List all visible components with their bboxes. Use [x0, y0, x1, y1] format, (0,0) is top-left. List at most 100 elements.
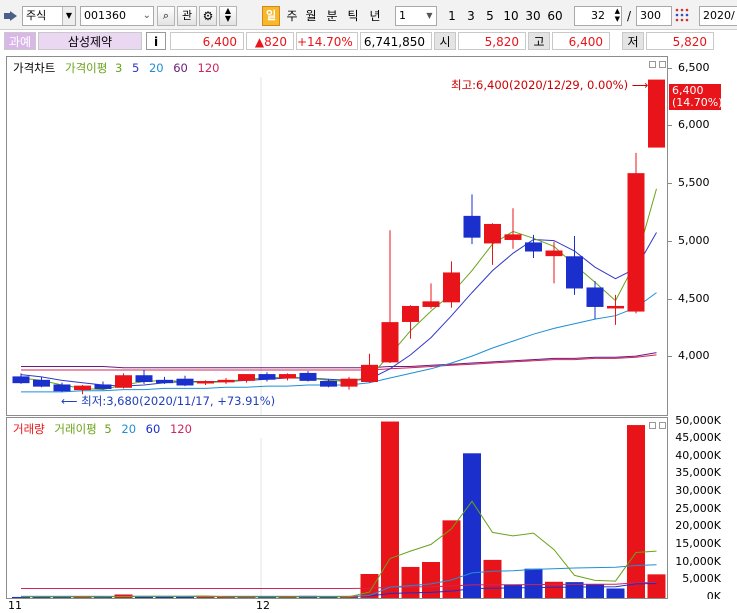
period-daily-button[interactable]: 일 — [262, 6, 280, 26]
candle-body — [33, 379, 50, 387]
period-opt-1[interactable]: 1 — [444, 6, 460, 26]
candle-body — [361, 364, 378, 383]
volume-bar — [647, 574, 666, 598]
candle-body — [545, 250, 563, 257]
volume-chart-canvas[interactable] — [7, 418, 669, 600]
date-input[interactable]: 2020/ — [699, 6, 737, 26]
volume-tick-label: 45,000K — [675, 431, 721, 445]
legend-volume-ma[interactable]: 거래이평 — [54, 422, 96, 436]
volume-bar — [463, 453, 481, 598]
legend-ma3[interactable]: 3 — [115, 61, 122, 75]
stock-code-input[interactable]: 001360 ⌄ — [80, 6, 154, 26]
stock-code-value: 001360 — [84, 9, 126, 22]
period-opt-30[interactable]: 30 — [523, 6, 543, 26]
price-tick-label: 5,000 — [678, 233, 710, 247]
volume-bar — [606, 588, 625, 598]
chevron-down-icon: ▼ — [62, 7, 75, 25]
high-label: 고 — [528, 32, 550, 50]
price-chart-canvas[interactable] — [7, 57, 669, 417]
candle-body — [217, 379, 235, 383]
period-monthly-button[interactable]: 월 — [303, 6, 319, 26]
volume-chart-panel[interactable]: 거래량 거래이평 5 20 60 120 — [6, 417, 668, 599]
spin-button[interactable]: ▲ ▼ — [219, 6, 237, 26]
period-yearly-button[interactable]: 년 — [366, 6, 384, 26]
legend-ma60[interactable]: 60 — [173, 61, 188, 75]
legend-volume[interactable]: 거래량 — [13, 422, 45, 436]
candle-body — [12, 376, 30, 384]
legend-vma20[interactable]: 20 — [121, 422, 136, 436]
low-annotation-text: 최저:3,680(2020/11/17, +73.91%) — [81, 394, 276, 408]
display-count-input[interactable]: 32 ▲ ▼ — [574, 6, 622, 26]
trade-volume: 6,741,850 — [360, 32, 432, 50]
price-tick-label: 4,000 — [678, 349, 710, 363]
stock-name: 삼성제약 — [38, 32, 142, 50]
grid-dots-icon[interactable] — [675, 8, 689, 22]
volume-bar — [524, 568, 543, 598]
high-annotation: 최고:6,400(2020/12/29, 0.00%) ⟶ — [451, 77, 648, 93]
low-annotation: ⟵ 최저:3,680(2020/11/17, +73.91%) — [61, 393, 275, 409]
period-opt-3[interactable]: 3 — [463, 6, 479, 26]
candle-body — [463, 215, 481, 238]
price-change-pct: +14.70% — [296, 32, 358, 50]
period-opt-60[interactable]: 60 — [545, 6, 565, 26]
period-select-value: 1 — [399, 9, 406, 22]
period-opt-5[interactable]: 5 — [482, 6, 498, 26]
legend-price-chart[interactable]: 가격차트 — [13, 61, 55, 75]
volume-tick-label: 30,000K — [675, 484, 721, 498]
period-tick-button[interactable]: 틱 — [345, 6, 361, 26]
candle-body — [320, 381, 337, 387]
price-tick-mark — [668, 125, 672, 127]
volume-bar — [627, 425, 645, 598]
period-select[interactable]: 1 ▼ — [395, 6, 437, 26]
x-axis: 11 12 — [0, 599, 737, 613]
candle-body — [566, 256, 583, 289]
price-chart-panel[interactable]: 가격차트 가격이평 3 5 20 60 120 최고:6,400(2020/12… — [6, 56, 668, 416]
interest-button[interactable]: 관 — [177, 6, 197, 26]
price-tick-mark — [668, 183, 672, 185]
screen-icon[interactable] — [4, 10, 18, 22]
period-opt-10[interactable]: 10 — [501, 6, 521, 26]
price-legend: 가격차트 가격이평 3 5 20 60 120 — [13, 60, 219, 76]
high-annotation-text: 최고:6,400(2020/12/29, 0.00%) — [451, 78, 629, 92]
market-select[interactable]: 주식 ▼ — [22, 6, 76, 26]
candle-body — [299, 372, 317, 381]
period-weekly-button[interactable]: 주 — [284, 6, 300, 26]
volume-y-axis: 0K 5,000K 10,000K 15,000K 20,000K 25,000K 30,0… — [668, 414, 737, 603]
candle-body — [53, 384, 71, 392]
volume-maximize-button[interactable] — [659, 422, 666, 429]
candle-body — [504, 234, 522, 240]
legend-vma60[interactable]: 60 — [146, 422, 161, 436]
chevron-down-icon: ▼ — [426, 11, 433, 20]
legend-ma20[interactable]: 20 — [149, 61, 164, 75]
candle-body — [402, 305, 419, 322]
price-tick-label: 6,500 — [678, 60, 710, 74]
volume-tick-label: 10,000K — [675, 554, 721, 568]
volume-bar — [196, 596, 215, 598]
price-tick-mark — [668, 356, 672, 358]
price-tick-mark — [668, 67, 672, 69]
volume-legend: 거래량 거래이평 5 20 60 120 — [13, 421, 192, 437]
period-minute-button[interactable]: 분 — [324, 6, 340, 26]
chevron-down-icon: ⌄ — [142, 10, 151, 21]
total-count-input[interactable]: 300 — [636, 6, 672, 26]
spin-icon: ▲ ▼ — [614, 7, 620, 23]
price-tick-label: 5,500 — [678, 176, 710, 190]
info-button[interactable]: i — [146, 32, 166, 50]
price-y-axis: 4,000 4,500 5,000 5,500 6,000 6,500 6,400 (14… — [668, 56, 737, 416]
toolbar: 주식 ▼ 001360 ⌄ ⌕ 관 ⚙ ▲ ▼ 일 주 월 분 틱 년 1 ▼ … — [0, 0, 737, 30]
candle-body — [586, 287, 604, 307]
legend-vma5[interactable]: 5 — [104, 422, 111, 436]
candle-body — [340, 378, 358, 387]
legend-ma5[interactable]: 5 — [132, 61, 139, 75]
legend-vma120[interactable]: 120 — [170, 422, 192, 436]
volume-minimize-button[interactable] — [649, 422, 656, 429]
low-price: 5,820 — [646, 32, 714, 50]
open-label: 시 — [434, 32, 456, 50]
search-button[interactable]: ⌕ — [157, 6, 175, 26]
settings-button[interactable]: ⚙ — [199, 6, 217, 26]
price-tick-label: 4,500 — [678, 291, 710, 305]
legend-ma120[interactable]: 120 — [198, 61, 220, 75]
panel-maximize-button[interactable] — [659, 61, 666, 68]
panel-minimize-button[interactable] — [649, 61, 656, 68]
legend-price-ma[interactable]: 가격이평 — [65, 61, 107, 75]
